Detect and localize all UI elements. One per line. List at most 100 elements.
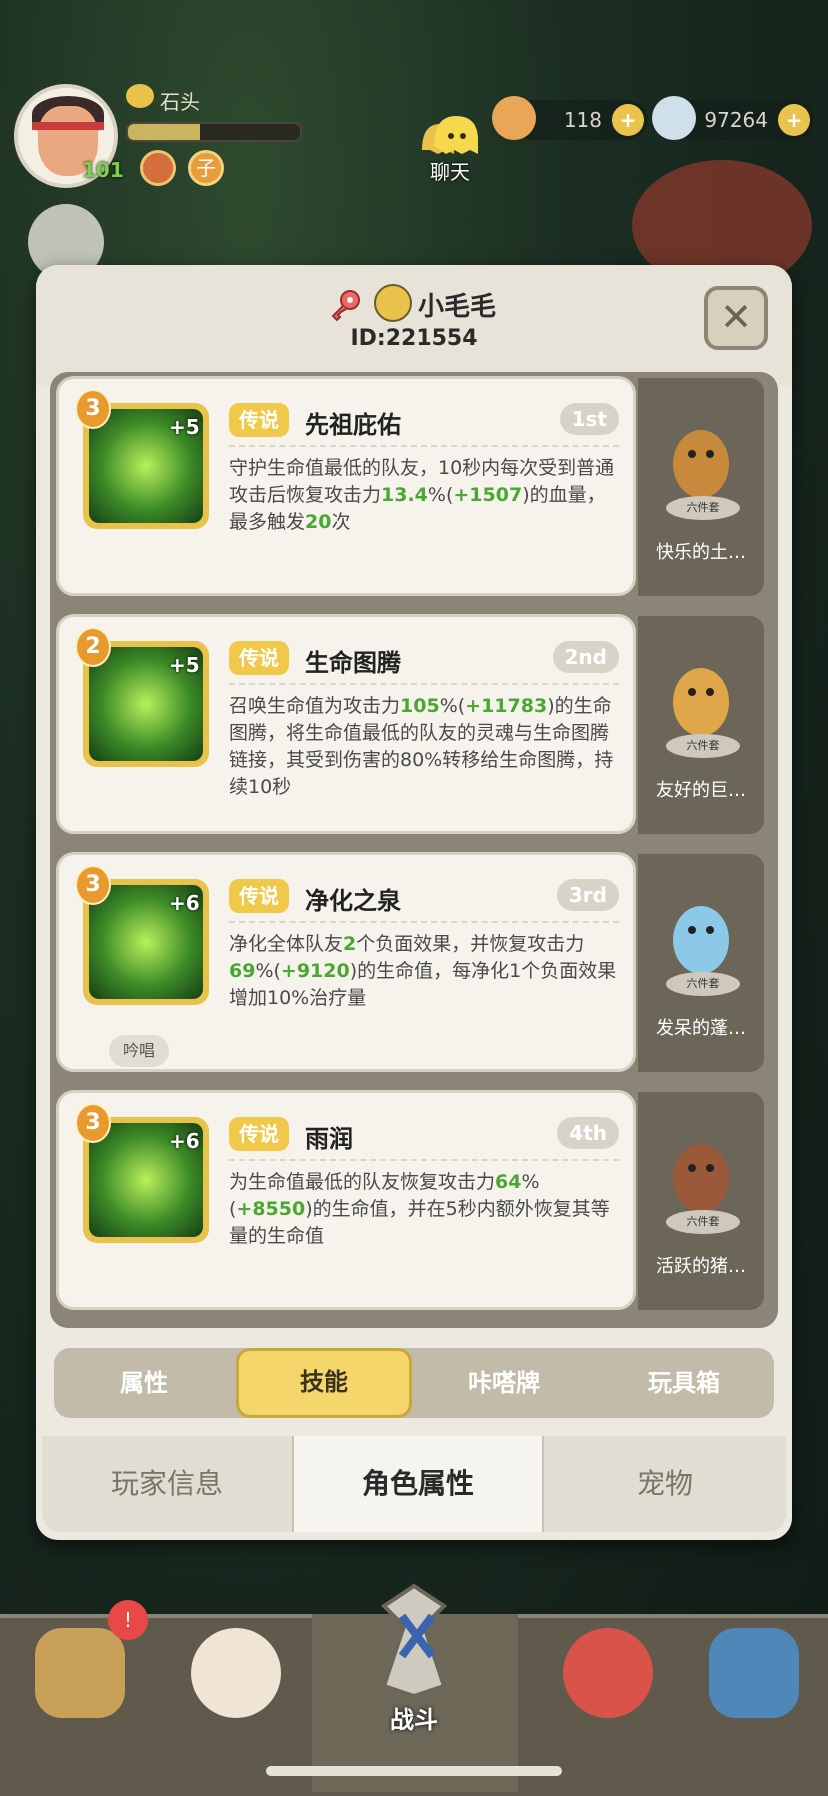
pet-set-badge: 六件套 bbox=[666, 496, 740, 520]
skill-card[interactable]: 3 +6 传说 雨润 4th 为生命值最低的队友恢复攻击力64%(+8550)的生命值，并… bbox=[56, 1090, 636, 1310]
skill-star-badge: 3 bbox=[75, 389, 111, 429]
sub-tab-bar: 属性 技能 咔嗒牌 玩具箱 bbox=[54, 1348, 774, 1418]
sun-badge-icon[interactable] bbox=[140, 150, 176, 186]
character-emoji-icon bbox=[374, 284, 412, 322]
emoji-icon bbox=[126, 84, 154, 108]
skill-description: 守护生命值最低的队友，10秒内每次受到普通攻击后恢复攻击力13.4%(+1507… bbox=[229, 455, 619, 536]
skill-value-highlight: 13.4 bbox=[381, 484, 428, 506]
pet-slot[interactable]: 六件套快乐的土… bbox=[638, 378, 764, 596]
pet-set-badge: 六件套 bbox=[666, 1210, 740, 1234]
xp-bar bbox=[126, 122, 302, 142]
skill-text: 个负面效果，并恢复攻击力 bbox=[356, 933, 585, 955]
character-id: ID:221554 bbox=[350, 326, 478, 351]
pet-name: 快乐的土… bbox=[656, 542, 746, 563]
skill-tier-badge: 传说 bbox=[229, 1117, 289, 1151]
skill-plus-level: +6 bbox=[169, 891, 200, 915]
resource-value: 118 bbox=[563, 108, 602, 132]
skill-name: 生命图腾 bbox=[305, 649, 401, 677]
divider bbox=[229, 1159, 619, 1161]
skill-value-highlight: 64 bbox=[495, 1171, 522, 1193]
player-level: 101 bbox=[82, 158, 124, 182]
resource-value: 97264 bbox=[704, 108, 768, 132]
pet-slot[interactable]: 六件套发呆的蓬… bbox=[638, 854, 764, 1072]
close-button[interactable]: ✕ bbox=[704, 286, 768, 350]
pet-slot[interactable]: 六件套友好的巨… bbox=[638, 616, 764, 834]
skill-rank-badge: 2nd bbox=[552, 641, 619, 673]
spell-book-icon bbox=[709, 1628, 799, 1718]
nav-bear-hero[interactable] bbox=[20, 1628, 140, 1758]
shell-resource: 97264 + bbox=[652, 96, 814, 140]
add-shell-button[interactable]: + bbox=[778, 104, 810, 136]
player-name: 石头 bbox=[160, 90, 200, 114]
skill-value-highlight: 2 bbox=[343, 933, 357, 955]
skill-rank-badge: 1st bbox=[559, 403, 619, 435]
shell-icon bbox=[652, 96, 696, 140]
chat-label[interactable]: 聊天 bbox=[408, 156, 492, 185]
tab-attributes[interactable]: 属性 bbox=[54, 1348, 234, 1418]
tab-player-info[interactable]: 玩家信息 bbox=[42, 1436, 292, 1532]
pet-set-badge: 六件套 bbox=[666, 972, 740, 996]
pet-food-resource: 118 + bbox=[492, 96, 648, 140]
character-name: 小毛毛 bbox=[418, 292, 497, 322]
pet-figure-icon bbox=[673, 1144, 729, 1212]
tab-kada-cards[interactable]: 咔嗒牌 bbox=[414, 1348, 594, 1418]
skill-value-highlight: +11783 bbox=[465, 695, 548, 717]
zi-badge-icon[interactable]: 子 bbox=[188, 150, 224, 186]
notification-bell-icon[interactable]: ! bbox=[108, 1600, 148, 1640]
modal-header bbox=[36, 265, 792, 385]
pet-name: 友好的巨… bbox=[656, 780, 746, 801]
skill-star-badge: 3 bbox=[75, 865, 111, 905]
skill-tier-badge: 传说 bbox=[229, 641, 289, 675]
pet-set-badge: 六件套 bbox=[666, 734, 740, 758]
divider bbox=[229, 445, 619, 447]
red-creature-icon bbox=[563, 1628, 653, 1718]
skill-star-badge: 3 bbox=[75, 1103, 111, 1143]
pet-figure-icon bbox=[673, 906, 729, 974]
bear-hero-icon bbox=[35, 1628, 125, 1718]
skill-card[interactable]: 3 +5 传说 先祖庇佑 1st 守护生命值最低的队友，10秒内每次受到普通攻击后恢复攻击… bbox=[56, 376, 636, 596]
skill-description: 为生命值最低的队友恢复攻击力64%(+8550)的生命值，并在5秒内额外恢复其等… bbox=[229, 1169, 619, 1250]
nav-battle[interactable] bbox=[354, 1576, 474, 1706]
nav-red-creature[interactable] bbox=[548, 1628, 668, 1758]
pet-name: 活跃的猪… bbox=[656, 1256, 746, 1277]
skill-rank-badge: 4th bbox=[557, 1117, 619, 1149]
pet-food-icon bbox=[492, 96, 536, 140]
battle-label[interactable]: 战斗 bbox=[352, 1700, 476, 1735]
skill-value-highlight: +8550 bbox=[236, 1198, 306, 1220]
skill-value-highlight: 105 bbox=[400, 695, 440, 717]
skill-text: 净化全体队友 bbox=[229, 933, 344, 955]
chant-tag: 吟唱 bbox=[109, 1035, 170, 1067]
nav-ninja-hero[interactable] bbox=[176, 1628, 296, 1758]
battle-sword-icon bbox=[380, 1583, 448, 1699]
pet-slot[interactable]: 六件套活跃的猪… bbox=[638, 1092, 764, 1310]
tab-pets[interactable]: 宠物 bbox=[544, 1436, 786, 1532]
skill-value-highlight: +1507 bbox=[453, 484, 523, 506]
skill-plus-level: +6 bbox=[169, 1129, 200, 1153]
skill-name: 雨润 bbox=[305, 1125, 353, 1153]
skill-description: 净化全体队友2个负面效果，并恢复攻击力69%(+9120)的生命值，每净化1个负… bbox=[229, 931, 619, 1012]
skill-value-highlight: 20 bbox=[305, 511, 332, 533]
nav-spell-book[interactable] bbox=[694, 1628, 814, 1758]
pet-figure-icon bbox=[673, 430, 729, 498]
skill-value-highlight: +9120 bbox=[280, 960, 350, 982]
skill-name: 先祖庇佑 bbox=[305, 411, 401, 439]
divider bbox=[229, 683, 619, 685]
add-pet-food-button[interactable]: + bbox=[612, 104, 644, 136]
skill-name: 净化之泉 bbox=[305, 887, 401, 915]
tab-character-attributes[interactable]: 角色属性 bbox=[292, 1436, 544, 1532]
divider bbox=[229, 921, 619, 923]
skill-text: %( bbox=[439, 695, 466, 717]
pet-name: 发呆的蓬… bbox=[656, 1018, 746, 1039]
skill-text: %( bbox=[427, 484, 454, 506]
skill-plus-level: +5 bbox=[169, 653, 200, 677]
tab-toybox[interactable]: 玩具箱 bbox=[594, 1348, 774, 1418]
ninja-hero-icon bbox=[191, 1628, 281, 1718]
skill-card[interactable]: 2 +5 传说 生命图腾 2nd 召唤生命值为攻击力105%(+11783)的生命图腾，将… bbox=[56, 614, 636, 834]
xp-bar-fill bbox=[128, 124, 201, 140]
tab-skills[interactable]: 技能 bbox=[236, 1348, 412, 1418]
skill-card[interactable]: 3 +6 传说 净化之泉 3rd 净化全体队友2个负面效果，并恢复攻击力 69%(+9120… bbox=[56, 852, 636, 1072]
skill-tier-badge: 传说 bbox=[229, 403, 289, 437]
key-icon bbox=[331, 290, 360, 322]
pet-figure-icon bbox=[673, 668, 729, 736]
main-tab-bar: 玩家信息 角色属性 宠物 bbox=[42, 1436, 786, 1532]
